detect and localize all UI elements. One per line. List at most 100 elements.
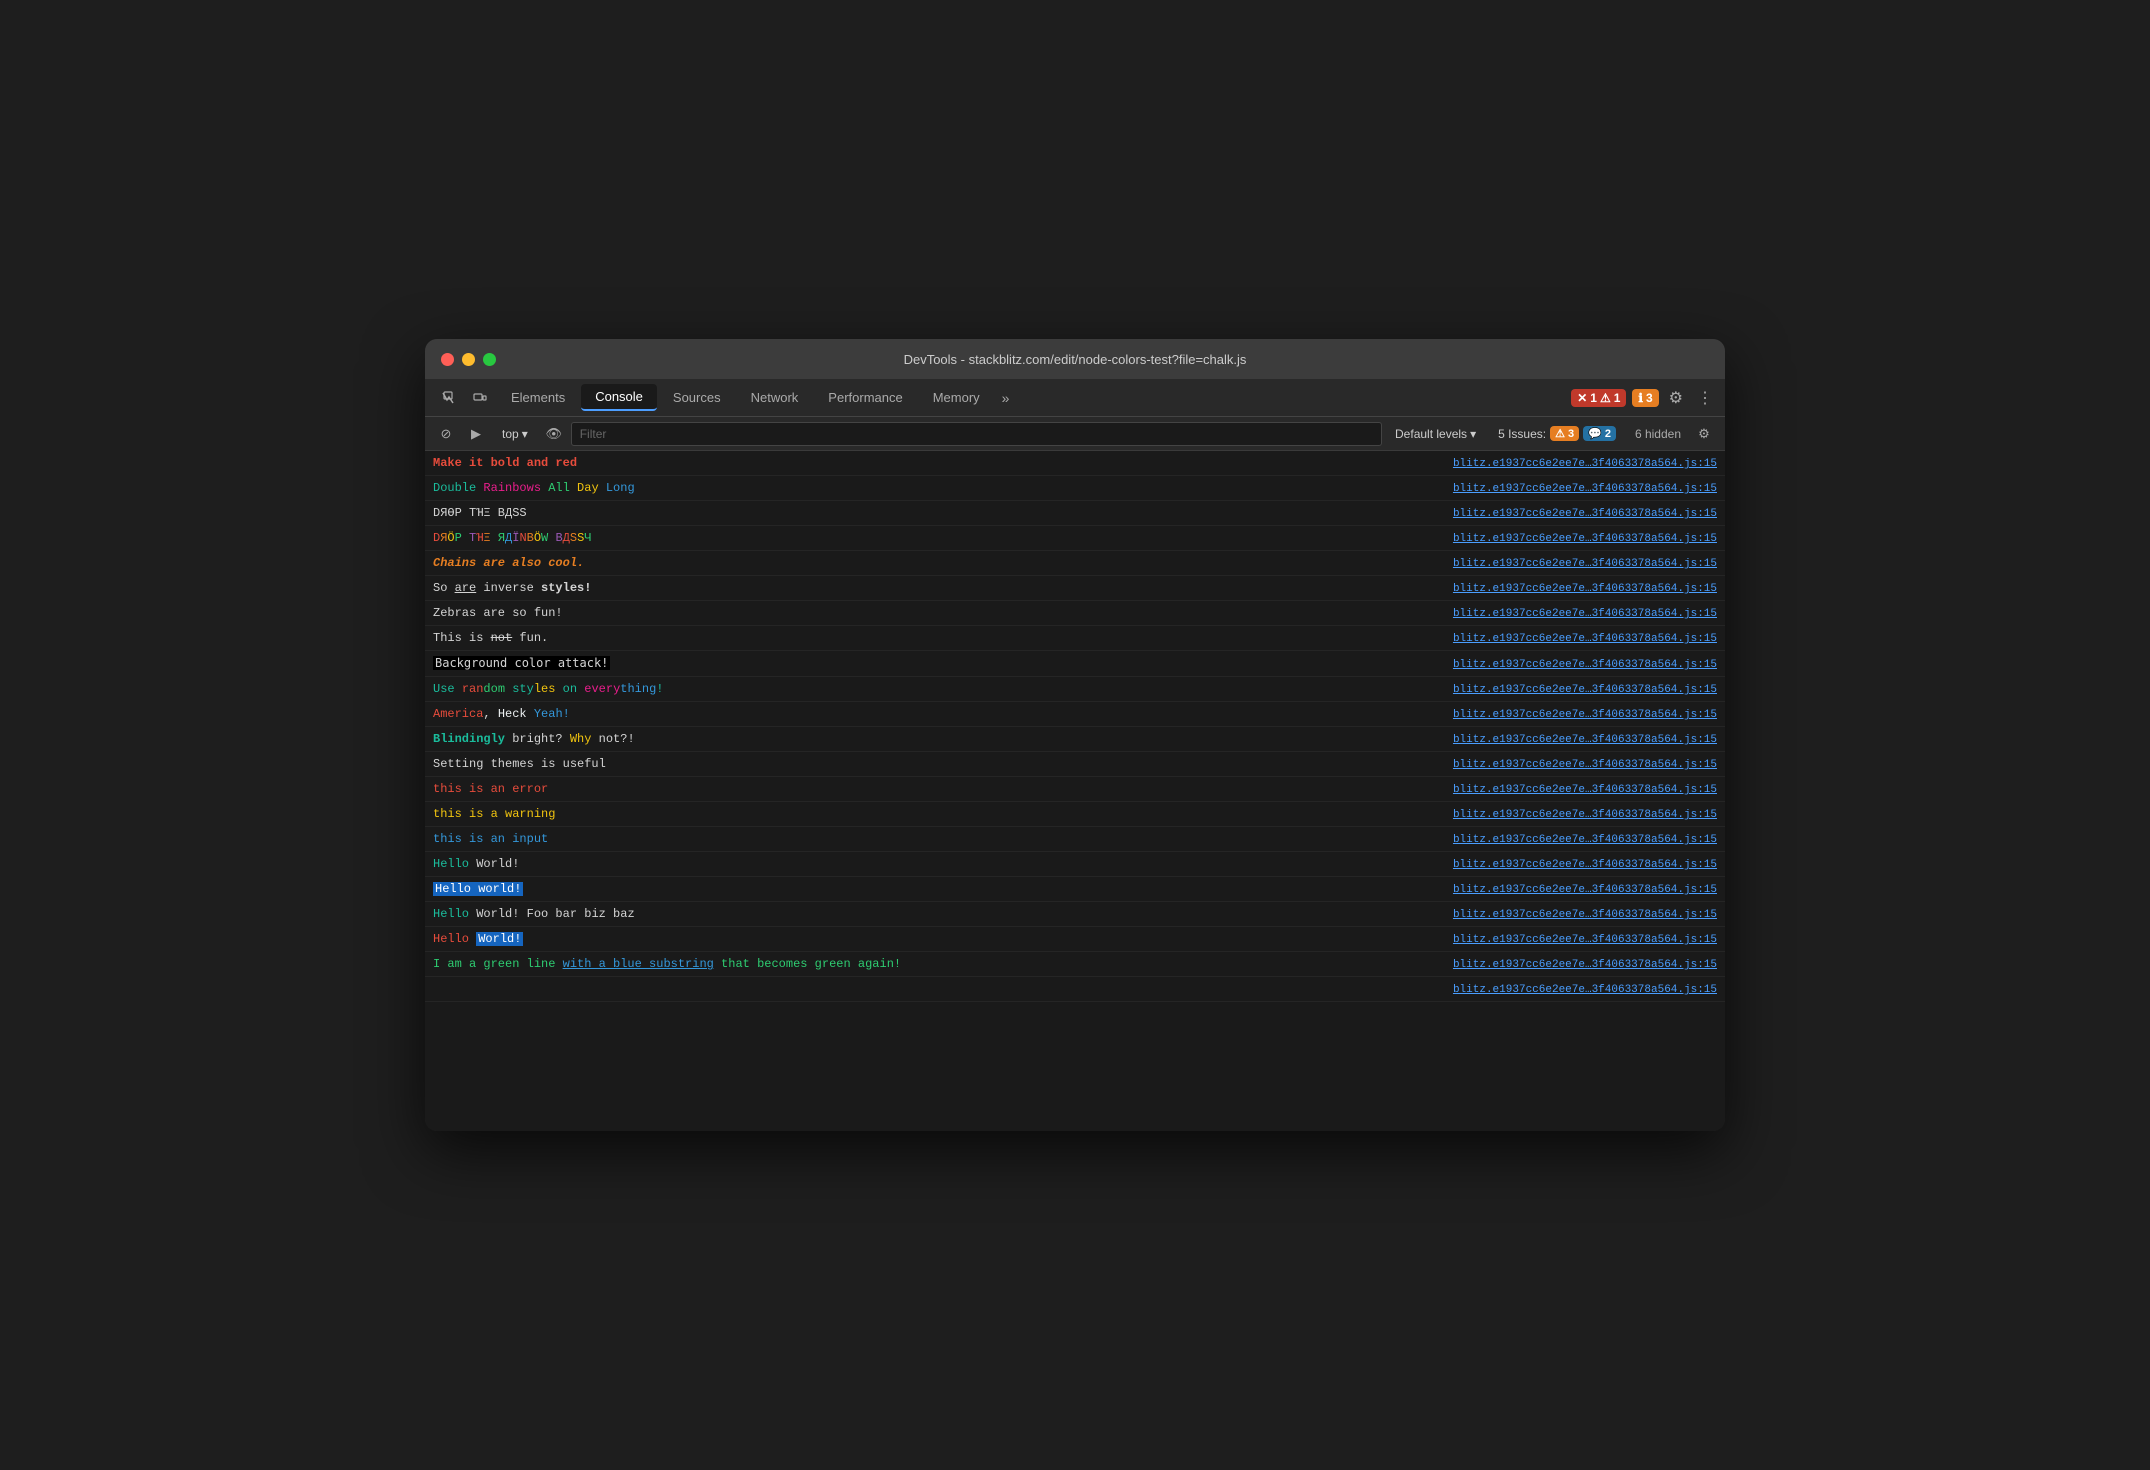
issues-button[interactable]: 5 Issues: ⚠ 3 💬 2 <box>1489 423 1625 444</box>
console-message: DЯӨP TΉΞ BДSS <box>433 504 1437 522</box>
devtools-window: DevTools - stackblitz.com/edit/node-colo… <box>425 339 1725 1131</box>
tab-console[interactable]: Console <box>581 384 657 411</box>
more-options-icon[interactable]: ⋮ <box>1693 384 1717 412</box>
console-row: Hello world! blitz.e1937cc6e2ee7e…3f4063… <box>425 877 1725 902</box>
console-message: Double Rainbows All Day Long <box>433 479 1437 497</box>
console-source[interactable]: blitz.e1937cc6e2ee7e…3f4063378a564.js:15 <box>1453 734 1717 746</box>
console-source[interactable]: blitz.e1937cc6e2ee7e…3f4063378a564.js:15 <box>1453 884 1717 896</box>
console-row: Chains are also cool. blitz.e1937cc6e2ee… <box>425 551 1725 576</box>
levels-dropdown-icon: ▾ <box>1470 427 1476 441</box>
console-message: this is a warning <box>433 805 1437 823</box>
console-message: Hello world! <box>433 880 1437 898</box>
console-message: Hello World! Foo bar biz baz <box>433 905 1437 923</box>
play-icon[interactable]: ▶ <box>463 422 489 446</box>
console-source[interactable]: blitz.e1937cc6e2ee7e…3f4063378a564.js:15 <box>1453 583 1717 595</box>
console-row: So are inverse styles! blitz.e1937cc6e2e… <box>425 576 1725 601</box>
console-message: So are inverse styles! <box>433 579 1437 597</box>
levels-label: Default levels <box>1395 427 1467 441</box>
console-row: Background color attack! blitz.e1937cc6e… <box>425 651 1725 677</box>
console-source[interactable]: blitz.e1937cc6e2ee7e…3f4063378a564.js:15 <box>1453 659 1717 671</box>
settings-icon2[interactable]: ⚙ <box>1691 422 1717 446</box>
console-source[interactable]: blitz.e1937cc6e2ee7e…3f4063378a564.js:15 <box>1453 508 1717 520</box>
console-row: Zebras are so fun! blitz.e1937cc6e2ee7e…… <box>425 601 1725 626</box>
warn-count: 1 <box>1614 391 1621 405</box>
console-source[interactable]: blitz.e1937cc6e2ee7e…3f4063378a564.js:15 <box>1453 759 1717 771</box>
console-message: America, Heck Yeah! <box>433 705 1437 723</box>
msg-icon2: 💬 <box>1588 427 1602 440</box>
console-source[interactable]: blitz.e1937cc6e2ee7e…3f4063378a564.js:15 <box>1453 959 1717 971</box>
console-message: Chains are also cool. <box>433 554 1437 572</box>
title-bar: DevTools - stackblitz.com/edit/node-colo… <box>425 339 1725 379</box>
console-row: America, Heck Yeah! blitz.e1937cc6e2ee7e… <box>425 702 1725 727</box>
default-levels-button[interactable]: Default levels ▾ <box>1386 424 1485 444</box>
console-message: Setting themes is useful <box>433 755 1437 773</box>
console-row: Make it bold and red blitz.e1937cc6e2ee7… <box>425 451 1725 476</box>
console-message: Make it bold and red <box>433 454 1437 472</box>
console-source[interactable]: blitz.e1937cc6e2ee7e…3f4063378a564.js:15 <box>1453 859 1717 871</box>
minimize-button[interactable] <box>462 353 475 366</box>
console-row: Blindingly bright? Why not?! blitz.e1937… <box>425 727 1725 752</box>
traffic-lights <box>441 353 496 366</box>
device-icon[interactable] <box>465 384 495 412</box>
msg-count: 3 <box>1646 391 1653 405</box>
tab-network[interactable]: Network <box>737 385 813 410</box>
console-source[interactable]: blitz.e1937cc6e2ee7e…3f4063378a564.js:15 <box>1453 458 1717 470</box>
console-output[interactable]: Make it bold and red blitz.e1937cc6e2ee7… <box>425 451 1725 1131</box>
console-source[interactable]: blitz.e1937cc6e2ee7e…3f4063378a564.js:15 <box>1453 834 1717 846</box>
console-message: This is not fun. <box>433 629 1437 647</box>
console-message: this is an error <box>433 780 1437 798</box>
console-source[interactable]: blitz.e1937cc6e2ee7e…3f4063378a564.js:15 <box>1453 984 1717 996</box>
tab-memory[interactable]: Memory <box>919 385 994 410</box>
error-count: 1 <box>1590 391 1597 405</box>
settings-icon[interactable]: ⚙ <box>1665 384 1687 412</box>
console-message: this is an input <box>433 830 1437 848</box>
console-source[interactable]: blitz.e1937cc6e2ee7e…3f4063378a564.js:15 <box>1453 633 1717 645</box>
eye-icon[interactable]: 👁 <box>541 422 567 446</box>
console-source[interactable]: blitz.e1937cc6e2ee7e…3f4063378a564.js:15 <box>1453 934 1717 946</box>
issues-warn-count: 3 <box>1568 428 1574 440</box>
console-source[interactable]: blitz.e1937cc6e2ee7e…3f4063378a564.js:15 <box>1453 784 1717 796</box>
more-tabs-icon[interactable]: » <box>996 390 1016 406</box>
tab-elements[interactable]: Elements <box>497 385 579 410</box>
msg-icon: ℹ <box>1638 391 1643 405</box>
console-row: Use random styles on everything! blitz.e… <box>425 677 1725 702</box>
filter-input[interactable] <box>571 422 1382 446</box>
console-message: Zebras are so fun! <box>433 604 1437 622</box>
issues-warn-badge: ⚠ 3 <box>1550 426 1579 441</box>
dropdown-icon: ▾ <box>522 427 528 441</box>
console-source[interactable]: blitz.e1937cc6e2ee7e…3f4063378a564.js:15 <box>1453 558 1717 570</box>
hidden-count: 6 hidden <box>1629 425 1687 443</box>
console-row: Hello World! blitz.e1937cc6e2ee7e…3f4063… <box>425 852 1725 877</box>
console-row: Hello World! Foo bar biz baz blitz.e1937… <box>425 902 1725 927</box>
tabs-bar: Elements Console Sources Network Perform… <box>425 379 1725 417</box>
console-source[interactable]: blitz.e1937cc6e2ee7e…3f4063378a564.js:15 <box>1453 608 1717 620</box>
warn-icon2: ⚠ <box>1555 427 1565 440</box>
console-row: Hello World! blitz.e1937cc6e2ee7e…3f4063… <box>425 927 1725 952</box>
msg-badge: ℹ 3 <box>1632 389 1658 407</box>
console-source[interactable]: blitz.e1937cc6e2ee7e…3f4063378a564.js:15 <box>1453 533 1717 545</box>
console-toolbar: ⊘ ▶ top ▾ 👁 Default levels ▾ 5 Issues: ⚠… <box>425 417 1725 451</box>
console-source[interactable]: blitz.e1937cc6e2ee7e…3f4063378a564.js:15 <box>1453 483 1717 495</box>
top-context-selector[interactable]: top ▾ <box>493 424 537 444</box>
close-button[interactable] <box>441 353 454 366</box>
issues-label: 5 Issues: <box>1498 427 1546 441</box>
console-source[interactable]: blitz.e1937cc6e2ee7e…3f4063378a564.js:15 <box>1453 809 1717 821</box>
maximize-button[interactable] <box>483 353 496 366</box>
window-title: DevTools - stackblitz.com/edit/node-colo… <box>904 352 1247 367</box>
console-source[interactable]: blitz.e1937cc6e2ee7e…3f4063378a564.js:15 <box>1453 684 1717 696</box>
issues-msg-count: 2 <box>1605 428 1611 440</box>
warn-icon: ⚠ <box>1600 391 1611 405</box>
tab-performance[interactable]: Performance <box>814 385 916 410</box>
error-badge: ✕ 1 ⚠ 1 <box>1571 389 1626 407</box>
console-source[interactable]: blitz.e1937cc6e2ee7e…3f4063378a564.js:15 <box>1453 709 1717 721</box>
console-message: DЯÖP TΉΞ ЯДЇNBÖW BДSSЧ <box>433 529 1437 547</box>
console-message: Hello World! <box>433 855 1437 873</box>
top-label: top <box>502 427 519 441</box>
console-row: this is an error blitz.e1937cc6e2ee7e…3f… <box>425 777 1725 802</box>
inspect-icon[interactable] <box>433 384 463 412</box>
console-source[interactable]: blitz.e1937cc6e2ee7e…3f4063378a564.js:15 <box>1453 909 1717 921</box>
tab-sources[interactable]: Sources <box>659 385 735 410</box>
console-row: Double Rainbows All Day Long blitz.e1937… <box>425 476 1725 501</box>
clear-console-icon[interactable]: ⊘ <box>433 422 459 446</box>
console-message: Use random styles on everything! <box>433 680 1437 698</box>
